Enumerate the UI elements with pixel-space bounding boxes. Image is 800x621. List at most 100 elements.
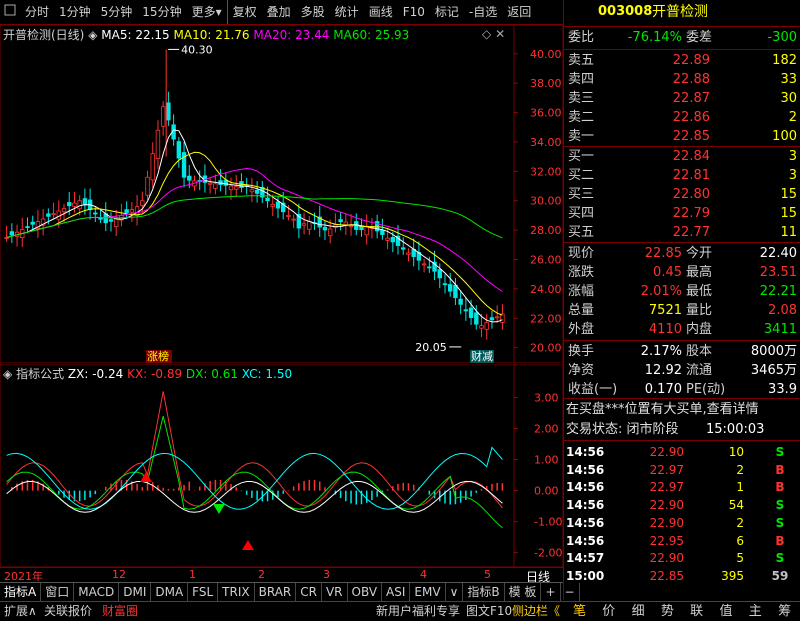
candle-body	[427, 266, 432, 269]
quote-tab-6[interactable]: 主	[742, 602, 769, 621]
indicator-tab[interactable]: ASI	[382, 583, 411, 601]
big-order-notice[interactable]: 在买盘***位置有大买单,查看详情	[566, 400, 759, 420]
level-volume: 100	[772, 129, 797, 144]
candle-body	[160, 106, 166, 127]
toolbar-duogu[interactable]: 多股	[296, 0, 330, 24]
diamond-icon[interactable]: ◇	[482, 27, 491, 41]
toolbar-zixuan[interactable]: -自选	[464, 0, 502, 24]
indicator-tab[interactable]: DMI	[119, 583, 152, 601]
candle-body	[322, 226, 328, 231]
indicator-tab[interactable]: EMV	[410, 583, 446, 601]
level-price: 22.87	[672, 91, 710, 106]
level-price: 22.81	[672, 168, 710, 183]
quote-tab-5[interactable]: 值	[713, 602, 740, 621]
indicator-tab[interactable]: 指标A	[0, 583, 42, 601]
indicator-tab[interactable]: DMA	[151, 583, 189, 601]
level-price: 22.80	[672, 187, 710, 202]
time-label: 5	[484, 568, 491, 581]
related-quote-button[interactable]: 关联报价	[44, 602, 92, 621]
candle-body	[187, 175, 192, 181]
indicator-tab[interactable]: MACD	[74, 583, 120, 601]
bid-row[interactable]: 买二 22.81 3	[564, 166, 800, 186]
ask-row[interactable]: 卖五 22.89 182	[564, 51, 800, 71]
ask-row[interactable]: 卖四 22.88 33	[564, 70, 800, 90]
bid-row[interactable]: 买五 22.77 11	[564, 223, 800, 243]
toolbar-more[interactable]: 更多▾	[187, 0, 227, 24]
price-tick-label: 30.00	[530, 195, 562, 208]
quote-tab-0[interactable]: 笔	[566, 602, 593, 621]
quote-tab-4[interactable]: 联	[683, 602, 710, 621]
stat-label: 今开	[686, 246, 713, 261]
toolbar-diejia[interactable]: 叠加	[262, 0, 296, 24]
gear-icon[interactable]: ◈	[3, 367, 12, 381]
ask-row[interactable]: 卖一 22.85 100	[564, 127, 800, 147]
toolbar-f10[interactable]: F10	[398, 0, 430, 24]
toolbar-fuquan[interactable]: 复权	[226, 0, 262, 24]
toolbar-fenshi[interactable]: 分时	[20, 0, 54, 24]
indicator-tab[interactable]: OBV	[348, 583, 383, 601]
indicator-tab[interactable]: 指标B	[463, 583, 505, 601]
indicator-panel[interactable]: 3.00 2.00 1.00 0.00 -1.00 -2.00 ◈ 指标公式 ZX: -0…	[0, 364, 563, 567]
toolbar-tongji[interactable]: 统计	[330, 0, 364, 24]
stat-label: 股本	[686, 344, 713, 359]
close-icon[interactable]: ✕	[495, 27, 505, 41]
indicator-tab[interactable]: VR	[322, 583, 348, 601]
price-tick-label: 28.00	[530, 224, 562, 237]
level-label: 买三	[568, 187, 595, 202]
indicator-chart[interactable]: 3.00 2.00 1.00 0.00 -1.00 -2.00	[0, 364, 563, 567]
quote-tab-7[interactable]: 筹	[771, 602, 798, 621]
stat-label: 换手	[568, 344, 595, 359]
promo-link[interactable]: 新用户福利专享	[376, 602, 460, 621]
price-tick-label: 38.00	[530, 77, 562, 90]
indicator-tab[interactable]: +	[541, 583, 561, 601]
stat-value: 2.01%	[640, 284, 682, 299]
expand-button[interactable]: 扩展∧	[4, 602, 37, 621]
bid-row[interactable]: 买一 22.84 3	[564, 147, 800, 167]
candle-body	[479, 325, 484, 329]
ask-row[interactable]: 卖二 22.86 2	[564, 108, 800, 128]
indicator-tab[interactable]: TRIX	[218, 583, 255, 601]
indicator-tab[interactable]: CR	[296, 583, 322, 601]
ma10-label: MA10: 21.76	[173, 28, 250, 42]
quote-tab-1[interactable]: 价	[595, 602, 622, 621]
divider	[564, 340, 800, 341]
toolbar-square-icon[interactable]	[0, 0, 20, 24]
indicator-tick-label: 2.00	[534, 423, 559, 436]
stat-label: 流通	[686, 363, 713, 378]
indicator-tab[interactable]: FSL	[188, 583, 219, 601]
level-label: 买四	[568, 206, 595, 221]
low-price-label: 20.05	[415, 341, 447, 354]
status-row: 交易状态: 闭市阶段 15:00:03	[564, 420, 800, 440]
gear-icon[interactable]: ◈	[88, 28, 97, 42]
candle-body	[134, 206, 140, 216]
toolbar-1min[interactable]: 1分钟	[54, 0, 96, 24]
kline-panel[interactable]: 40.00 38.00 36.00 34.00 32.00 30.00 28.00 26.00…	[0, 25, 563, 363]
stock-name: 开普检测	[652, 4, 708, 20]
bid-row[interactable]: 买四 22.79 15	[564, 204, 800, 224]
level-label: 卖五	[568, 53, 595, 68]
level-volume: 2	[788, 110, 797, 125]
stat-label: 内盘	[686, 322, 713, 337]
kline-title: 开普检测(日线)	[3, 28, 85, 42]
indicator-tab[interactable]: 模 板	[505, 583, 542, 601]
indicator-tab[interactable]: ∨	[446, 583, 464, 601]
stat-label: 现价	[568, 246, 595, 261]
toolbar-back[interactable]: 返回	[502, 0, 536, 24]
ask-row[interactable]: 卖三 22.87 30	[564, 89, 800, 109]
toolbar-15min[interactable]: 15分钟	[137, 0, 186, 24]
toolbar-huaxian[interactable]: 画线	[364, 0, 398, 24]
wealth-circle-button[interactable]: 财富圈	[102, 602, 138, 621]
level-volume: 11	[780, 225, 797, 240]
bid-row[interactable]: 买三 22.80 15	[564, 185, 800, 205]
toolbar-5min[interactable]: 5分钟	[96, 0, 138, 24]
kline-chart[interactable]: 40.00 38.00 36.00 34.00 32.00 30.00 28.00 26.00…	[0, 25, 563, 363]
sidebar-toggle[interactable]: 侧边栏《	[512, 602, 560, 621]
toolbar-biaoji[interactable]: 标记	[430, 0, 464, 24]
notice-row[interactable]: 在买盘***位置有大买单,查看详情	[564, 400, 800, 420]
indicator-tab[interactable]: BRAR	[255, 583, 297, 601]
quote-tab-3[interactable]: 势	[654, 602, 681, 621]
candle-body	[124, 209, 129, 213]
indicator-tab[interactable]: 窗口	[41, 583, 75, 601]
f10-button[interactable]: 图文F10	[466, 602, 512, 621]
quote-tab-2[interactable]: 细	[625, 602, 652, 621]
